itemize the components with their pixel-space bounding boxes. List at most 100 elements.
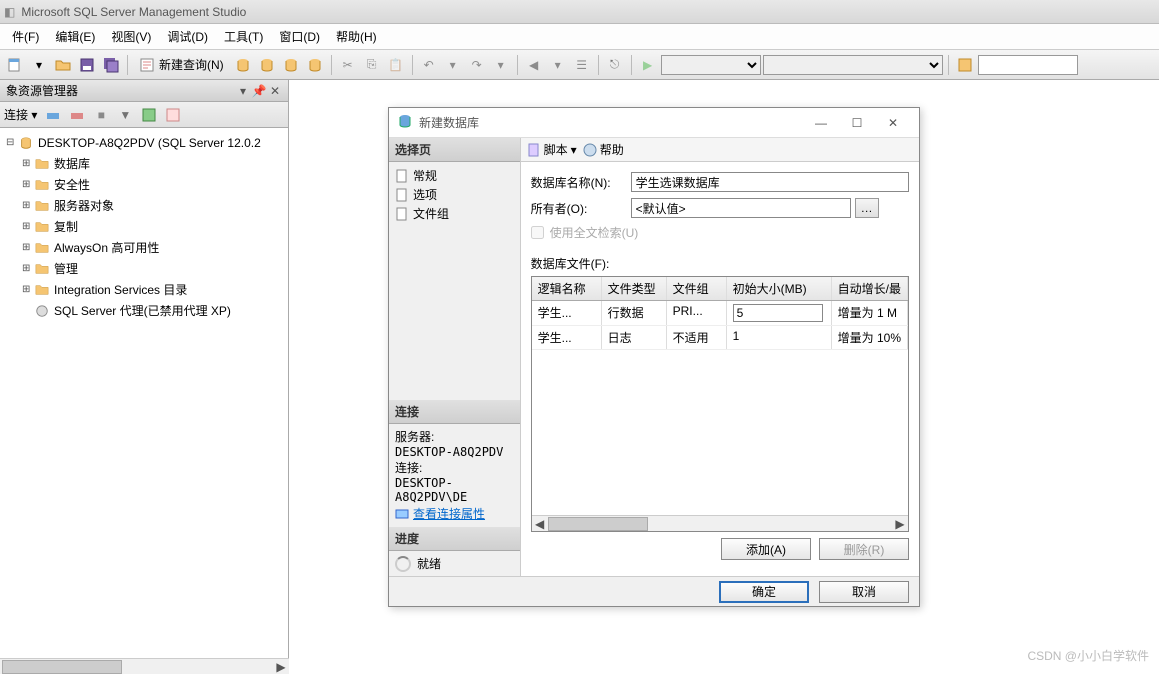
table-row[interactable]: 学生... 日志 不适用 1 增量为 10% bbox=[532, 326, 908, 350]
expand-icon[interactable]: ⊞ bbox=[22, 263, 34, 274]
execute-icon[interactable]: ▶ bbox=[637, 54, 659, 76]
db-icon-4[interactable] bbox=[304, 54, 326, 76]
col-logical-name[interactable]: 逻辑名称 bbox=[532, 277, 602, 300]
collapse-icon[interactable]: ⊟ bbox=[6, 137, 18, 148]
maximize-button[interactable]: ☐ bbox=[839, 109, 875, 137]
tree-management[interactable]: ⊞管理 bbox=[2, 258, 286, 279]
copy-icon[interactable]: ⎘ bbox=[361, 54, 383, 76]
expand-icon[interactable]: ⊞ bbox=[22, 221, 34, 232]
new-item-icon[interactable]: ▾ bbox=[28, 54, 50, 76]
filter-icon[interactable]: ▼ bbox=[115, 105, 135, 125]
expand-icon[interactable]: ⊞ bbox=[22, 242, 34, 253]
activity-icon[interactable]: ⎋ bbox=[604, 54, 626, 76]
menu-edit[interactable]: 编辑(E) bbox=[47, 25, 103, 48]
close-icon[interactable]: ✕ bbox=[268, 84, 282, 98]
redo-icon[interactable]: ↷ bbox=[466, 54, 488, 76]
expand-icon[interactable]: ⊞ bbox=[22, 179, 34, 190]
expand-icon[interactable]: ⊞ bbox=[22, 200, 34, 211]
col-initial-size[interactable]: 初始大小(MB) bbox=[727, 277, 832, 300]
menu-debug[interactable]: 调试(D) bbox=[159, 25, 216, 48]
add-file-button[interactable]: 添加(A) bbox=[721, 538, 811, 560]
view-connection-props[interactable]: 查看连接属性 bbox=[395, 504, 514, 523]
nav-list-icon[interactable]: ☰ bbox=[571, 54, 593, 76]
menu-window[interactable]: 窗口(D) bbox=[271, 25, 328, 48]
close-button[interactable]: ✕ bbox=[875, 109, 911, 137]
paste-icon[interactable]: 📋 bbox=[385, 54, 407, 76]
page-general[interactable]: 常规 bbox=[395, 166, 514, 185]
refresh-icon[interactable] bbox=[139, 105, 159, 125]
cut-icon[interactable]: ✂ bbox=[337, 54, 359, 76]
find-input[interactable] bbox=[978, 55, 1078, 75]
object-explorer-header: 象资源管理器 ▾ 📌 ✕ bbox=[0, 80, 288, 102]
menu-tools[interactable]: 工具(T) bbox=[216, 25, 271, 48]
db-icon-3[interactable] bbox=[280, 54, 302, 76]
database-dropdown[interactable] bbox=[763, 55, 943, 75]
undo-dropdown[interactable]: ▾ bbox=[442, 54, 464, 76]
script-icon[interactable] bbox=[163, 105, 183, 125]
tree-root[interactable]: ⊟ DESKTOP-A8Q2PDV (SQL Server 12.0.2 bbox=[2, 132, 286, 153]
initial-size-input[interactable] bbox=[733, 304, 823, 322]
help-button[interactable]: 帮助 bbox=[583, 141, 624, 158]
db-icon-1[interactable] bbox=[232, 54, 254, 76]
expand-icon[interactable]: ⊞ bbox=[22, 158, 34, 169]
fulltext-label: 使用全文检索(U) bbox=[550, 224, 639, 241]
scroll-right-icon[interactable]: ▶ bbox=[892, 517, 908, 531]
col-filegroup[interactable]: 文件组 bbox=[667, 277, 727, 300]
explorer-h-scrollbar[interactable]: ▶ bbox=[0, 658, 289, 674]
save-all-icon[interactable] bbox=[100, 54, 122, 76]
save-icon[interactable] bbox=[76, 54, 98, 76]
scroll-left-icon[interactable]: ◀ bbox=[532, 517, 548, 531]
owner-label: 所有者(O): bbox=[531, 200, 631, 217]
new-query-button[interactable]: 新建查询(N) bbox=[133, 54, 230, 75]
menu-file[interactable]: 件(F) bbox=[4, 25, 47, 48]
page-filegroups[interactable]: 文件组 bbox=[395, 204, 514, 223]
tree-alwayson[interactable]: ⊞AlwaysOn 高可用性 bbox=[2, 237, 286, 258]
tree-replication[interactable]: ⊞复制 bbox=[2, 216, 286, 237]
find-icon[interactable] bbox=[954, 54, 976, 76]
folder-icon bbox=[34, 241, 50, 255]
cancel-button[interactable]: 取消 bbox=[819, 581, 909, 603]
connect-label[interactable]: 连接 ▾ bbox=[4, 106, 37, 123]
nav-fwd-icon[interactable]: ▾ bbox=[547, 54, 569, 76]
menu-view[interactable]: 视图(V) bbox=[103, 25, 159, 48]
tree-integration-services[interactable]: ⊞Integration Services 目录 bbox=[2, 279, 286, 300]
pin-icon[interactable]: 📌 bbox=[252, 84, 266, 98]
nav-back-icon[interactable]: ◀ bbox=[523, 54, 545, 76]
dropdown-icon[interactable]: ▾ bbox=[236, 84, 250, 98]
dialog-title: 新建数据库 bbox=[419, 114, 803, 131]
col-autogrowth[interactable]: 自动增长/最 bbox=[832, 277, 908, 300]
db-icon-2[interactable] bbox=[256, 54, 278, 76]
owner-browse-button[interactable]: … bbox=[855, 198, 879, 218]
debug-target-dropdown[interactable] bbox=[661, 55, 761, 75]
scroll-thumb[interactable] bbox=[548, 517, 648, 531]
dialog-title-bar[interactable]: 新建数据库 — ☐ ✕ bbox=[389, 108, 919, 138]
undo-icon[interactable]: ↶ bbox=[418, 54, 440, 76]
minimize-button[interactable]: — bbox=[803, 109, 839, 137]
folder-icon bbox=[34, 283, 50, 297]
stop-icon[interactable]: ■ bbox=[91, 105, 111, 125]
ok-button[interactable]: 确定 bbox=[719, 581, 809, 603]
scroll-right-icon[interactable]: ▶ bbox=[273, 660, 289, 674]
col-file-type[interactable]: 文件类型 bbox=[602, 277, 667, 300]
folder-icon bbox=[34, 220, 50, 234]
table-row[interactable]: 学生... 行数据 PRI... 增量为 1 M bbox=[532, 301, 908, 326]
open-icon[interactable] bbox=[52, 54, 74, 76]
tree-security[interactable]: ⊞安全性 bbox=[2, 174, 286, 195]
dbname-input[interactable] bbox=[631, 172, 909, 192]
owner-input[interactable] bbox=[631, 198, 851, 218]
redo-dropdown[interactable]: ▾ bbox=[490, 54, 512, 76]
object-tree[interactable]: ⊟ DESKTOP-A8Q2PDV (SQL Server 12.0.2 ⊞数据… bbox=[0, 128, 288, 674]
scroll-thumb[interactable] bbox=[2, 660, 122, 674]
expand-icon[interactable]: ⊞ bbox=[22, 284, 34, 295]
tree-databases[interactable]: ⊞数据库 bbox=[2, 153, 286, 174]
script-button[interactable]: 脚本 ▾ bbox=[527, 141, 577, 158]
table-h-scrollbar[interactable]: ◀ ▶ bbox=[532, 515, 908, 531]
title-bar: ◧ Microsoft SQL Server Management Studio bbox=[0, 0, 1159, 24]
disconnect-icon[interactable] bbox=[67, 105, 87, 125]
menu-help[interactable]: 帮助(H) bbox=[328, 25, 385, 48]
connect-icon[interactable] bbox=[43, 105, 63, 125]
new-project-icon[interactable] bbox=[4, 54, 26, 76]
page-options[interactable]: 选项 bbox=[395, 185, 514, 204]
folder-icon bbox=[34, 199, 50, 213]
tree-server-objects[interactable]: ⊞服务器对象 bbox=[2, 195, 286, 216]
